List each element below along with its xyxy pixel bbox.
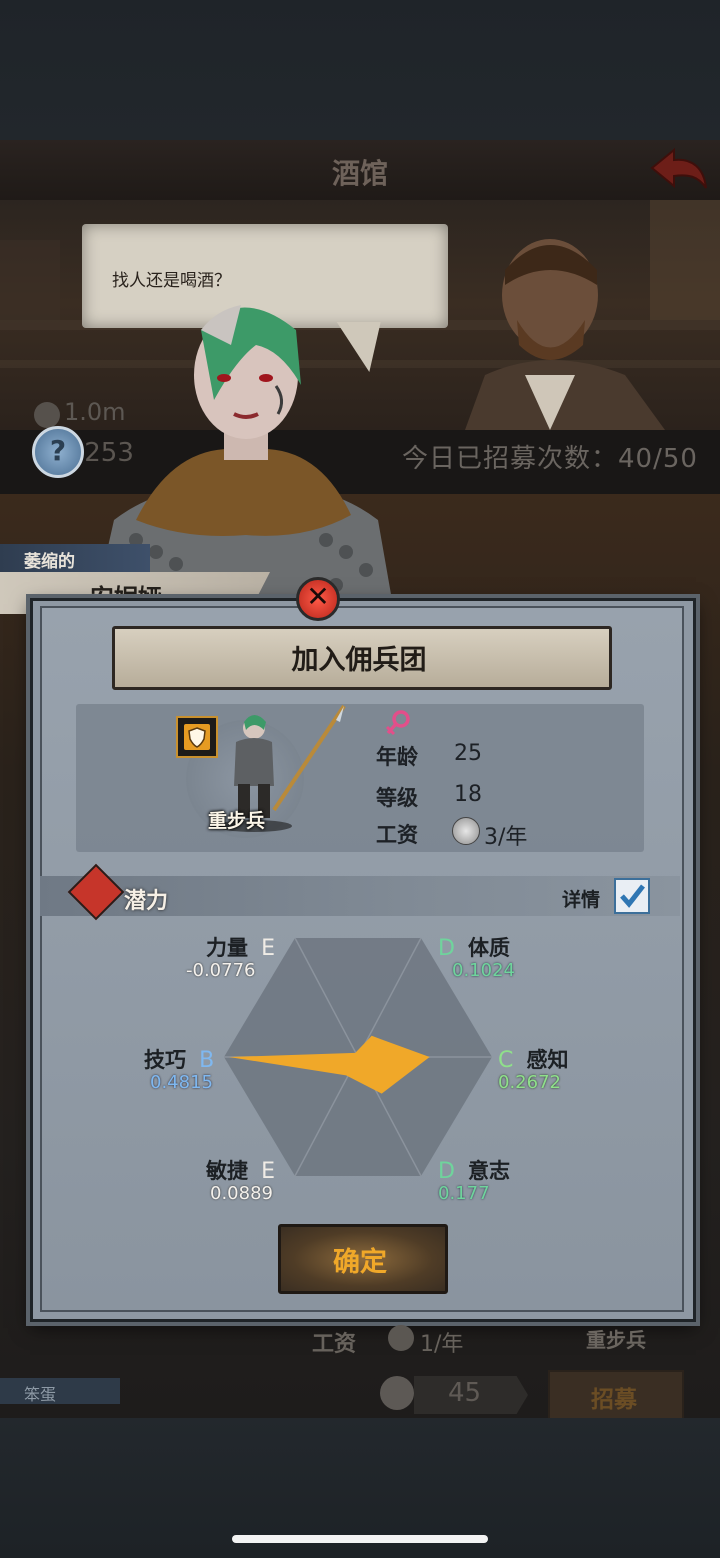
next-wage-label: 工资	[312, 1332, 357, 1357]
female-gender-icon	[385, 710, 410, 736]
coin-icon	[34, 402, 60, 428]
recruit-button-label[interactable]: 招募	[548, 1380, 680, 1414]
home-indicator[interactable]	[232, 1535, 488, 1543]
age-value: 25	[454, 741, 482, 766]
perception-label: 感知	[526, 1048, 569, 1072]
unit-info-panel	[76, 704, 644, 852]
skill-value: 0.4815	[150, 1072, 213, 1093]
skill-grade: B	[199, 1048, 215, 1073]
silver-coin-icon	[452, 817, 480, 845]
perception-value: 0.2672	[498, 1072, 561, 1093]
agility-value: 0.0889	[210, 1183, 273, 1204]
strength-label: 力量	[206, 936, 248, 960]
will-label: 意志	[468, 1159, 511, 1183]
next-unit-class: 重步兵	[586, 1328, 646, 1352]
speech-text: 找人还是喝酒？	[112, 271, 231, 291]
top-blank-area	[0, 0, 720, 140]
detail-label: 详情	[562, 889, 601, 911]
dialog-title: 加入佣兵团	[291, 645, 427, 676]
constitution-value: 0.1024	[452, 960, 515, 981]
bartender-portrait	[465, 239, 665, 430]
age-label: 年龄	[376, 745, 418, 769]
back-arrow-icon[interactable]	[648, 146, 708, 192]
detail-checkbox[interactable]	[614, 878, 650, 914]
daily-recruit-count: 今日已招募次数：40/50	[402, 444, 698, 474]
shield-class-icon	[176, 716, 218, 758]
next-adjective: 笨蛋	[24, 1385, 57, 1404]
character-adjective: 萎缩的	[24, 552, 75, 572]
title-bar: 酒馆	[0, 140, 720, 202]
character-adjective-plate	[0, 544, 150, 572]
wage-value: 3/年	[484, 825, 528, 850]
agility-grade: E	[261, 1159, 275, 1184]
unit-class-label: 重步兵	[208, 810, 266, 832]
next-wage-value: 1/年	[420, 1332, 464, 1357]
page-title: 酒馆	[331, 157, 388, 190]
strength-grade: E	[261, 936, 275, 961]
strength-value: -0.0776	[186, 960, 256, 981]
coin-icon	[388, 1325, 414, 1351]
wage-label: 工资	[376, 823, 418, 847]
will-grade: D	[438, 1159, 455, 1184]
perception-grade: C	[498, 1048, 514, 1073]
skill-label: 技巧	[144, 1048, 186, 1072]
constitution-grade: D	[438, 936, 455, 961]
agility-label: 敏捷	[206, 1159, 248, 1183]
close-button[interactable]: ✕	[296, 577, 340, 621]
coin-icon	[380, 1376, 414, 1410]
level-value: 18	[454, 782, 482, 807]
recruit-price: 45	[448, 1378, 482, 1408]
next-adjective-plate	[0, 1378, 120, 1404]
confirm-button-label[interactable]: 确定	[278, 1240, 442, 1279]
level-label: 等级	[376, 786, 418, 810]
help-button[interactable]: ?	[32, 426, 84, 478]
constitution-label: 体质	[468, 936, 511, 960]
will-value: 0.177	[438, 1183, 490, 1204]
potential-label: 潜力	[124, 889, 169, 914]
